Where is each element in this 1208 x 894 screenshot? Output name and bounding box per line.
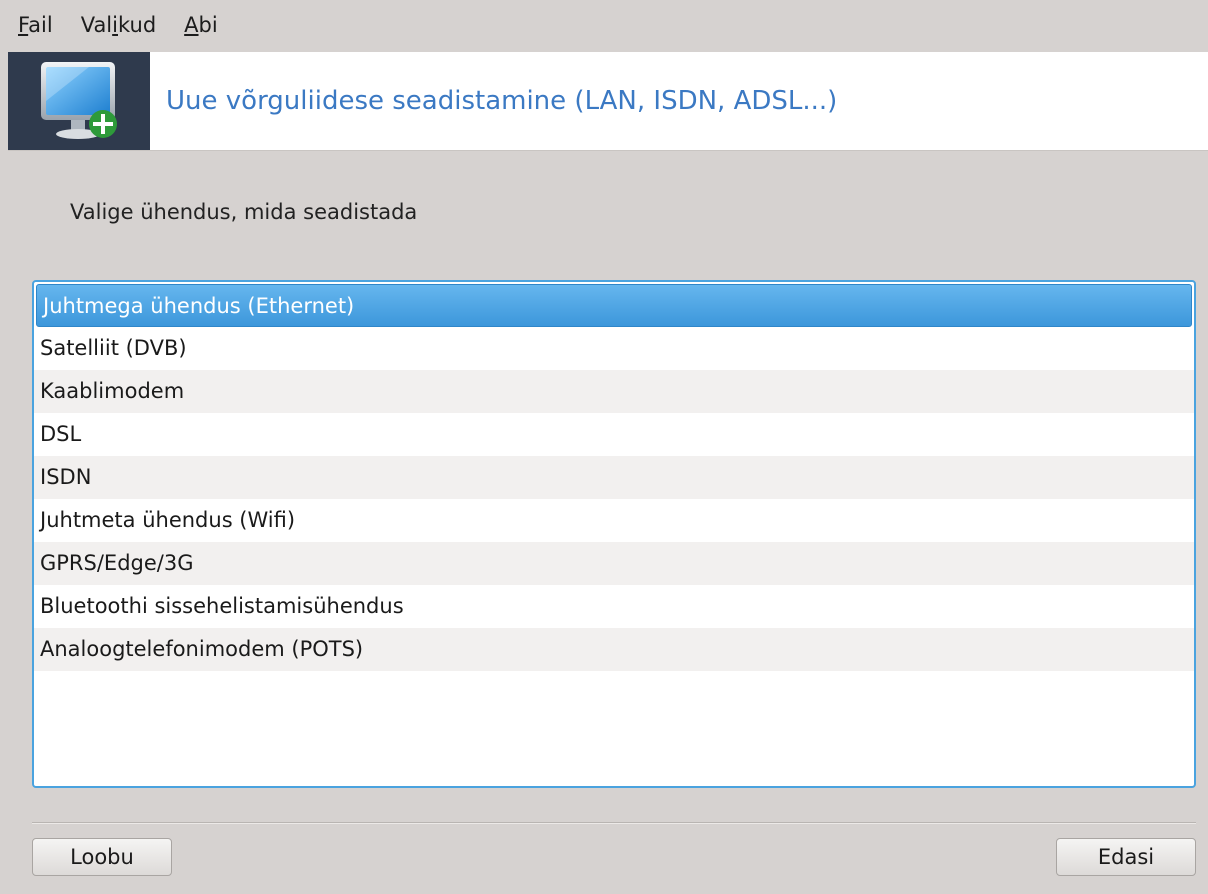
list-item-gprs[interactable]: GPRS/Edge/3G <box>34 542 1194 585</box>
list-item-ethernet[interactable]: Juhtmega ühendus (Ethernet) <box>36 284 1192 327</box>
connection-prompt: Valige ühendus, mida seadistada <box>70 200 418 224</box>
next-button[interactable]: Edasi <box>1056 838 1196 876</box>
list-item-isdn[interactable]: ISDN <box>34 456 1194 499</box>
list-item-cable-modem[interactable]: Kaablimodem <box>34 370 1194 413</box>
connection-type-list[interactable]: Juhtmega ühendus (Ethernet) Satelliit (D… <box>32 280 1196 788</box>
list-item-bluetooth[interactable]: Bluetoothi sissehelistamisühendus <box>34 585 1194 628</box>
button-separator <box>32 822 1196 824</box>
menu-file-mnemonic: F <box>18 13 29 37</box>
list-item-wifi[interactable]: Juhtmeta ühendus (Wifi) <box>34 499 1194 542</box>
cancel-button[interactable]: Loobu <box>32 838 172 876</box>
menu-help-rest: bi <box>198 13 218 37</box>
menu-bar: Fail Valikud Abi <box>0 0 1208 50</box>
menu-options-rest: kud <box>118 13 157 37</box>
menu-file[interactable]: Fail <box>18 13 53 37</box>
menu-help[interactable]: Abi <box>184 13 218 37</box>
menu-help-mnemonic: A <box>184 13 199 37</box>
list-item-satellite[interactable]: Satelliit (DVB) <box>34 327 1194 370</box>
list-item-pots[interactable]: Analoogtelefonimodem (POTS) <box>34 628 1194 671</box>
list-item-dsl[interactable]: DSL <box>34 413 1194 456</box>
wizard-title: Uue võrguliidese seadistamine (LAN, ISDN… <box>166 86 838 116</box>
menu-file-rest: ail <box>28 13 53 37</box>
header-icon-container <box>8 52 150 150</box>
monitor-add-icon <box>41 62 117 139</box>
menu-options-before: Val <box>80 13 113 37</box>
menu-options[interactable]: Valikud <box>81 13 156 37</box>
wizard-header: Uue võrguliidese seadistamine (LAN, ISDN… <box>8 52 1208 151</box>
